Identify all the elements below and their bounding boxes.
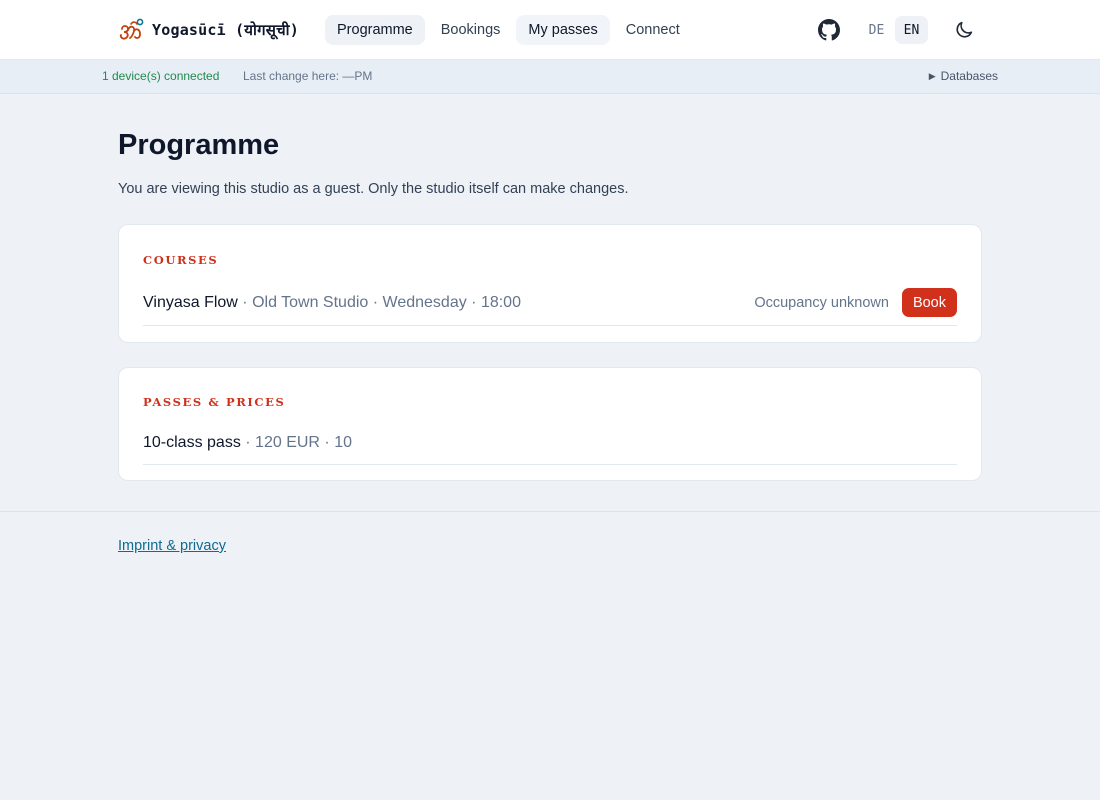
occupancy-status: Occupancy unknown <box>754 294 889 311</box>
pass-name: 10-class pass <box>143 433 241 451</box>
imprint-privacy-link[interactable]: Imprint & privacy <box>118 538 226 554</box>
brand[interactable]: Yogasūcī (योगसूची) <box>118 0 299 60</box>
nav-connect[interactable]: Connect <box>614 15 692 45</box>
lang-en-button[interactable]: EN <box>895 16 928 44</box>
databases-label: Databases <box>940 69 998 83</box>
course-details: · Old Town Studio · Wednesday · 18:00 <box>237 293 521 311</box>
triangle-right-icon: ▶ <box>928 70 936 81</box>
nav-my-passes[interactable]: My passes <box>516 15 610 45</box>
last-change-status: Last change here: —PM <box>243 69 373 83</box>
footer: Imprint & privacy <box>0 511 1100 800</box>
nav-bookings[interactable]: Bookings <box>429 15 513 45</box>
lang-de-button[interactable]: DE <box>860 16 893 44</box>
sync-status-bar: 1 device(s) connected Last change here: … <box>0 60 1100 94</box>
main-content: Programme You are viewing this studio as… <box>118 94 982 481</box>
databases-toggle[interactable]: ▶ Databases <box>929 69 998 83</box>
courses-card: COURSES Vinyasa Flow · Old Town Studio ·… <box>118 224 982 343</box>
guest-notice: You are viewing this studio as a guest. … <box>118 181 629 197</box>
pass-details: · 120 EUR · 10 <box>240 433 352 451</box>
passes-heading: PASSES & PRICES <box>143 395 286 409</box>
github-icon[interactable] <box>818 19 840 41</box>
passes-card: PASSES & PRICES 10-class pass · 120 EUR … <box>118 367 982 481</box>
course-actions: Occupancy unknown Book <box>754 288 957 317</box>
pass-info: 10-class pass · 120 EUR · 10 <box>143 433 352 453</box>
pass-row: 10-class pass · 120 EUR · 10 <box>143 421 957 465</box>
nav-programme[interactable]: Programme <box>325 15 425 45</box>
language-switcher: DE EN <box>860 16 928 44</box>
top-header: Yogasūcī (योगसूची) Programme Bookings My… <box>0 0 1100 60</box>
moon-icon[interactable] <box>953 19 975 41</box>
course-name: Vinyasa Flow <box>143 293 238 311</box>
book-button[interactable]: Book <box>901 288 957 317</box>
main-nav: Programme Bookings My passes Connect <box>325 15 692 45</box>
page-title: Programme <box>118 129 280 161</box>
devices-connected-status: 1 device(s) connected <box>102 69 220 83</box>
course-row: Vinyasa Flow · Old Town Studio · Wednesd… <box>143 280 957 326</box>
brand-name: Yogasūcī (योगसूची) <box>152 21 299 39</box>
om-logo-icon <box>118 16 146 44</box>
courses-heading: COURSES <box>143 253 219 267</box>
course-info: Vinyasa Flow · Old Town Studio · Wednesd… <box>143 293 521 313</box>
